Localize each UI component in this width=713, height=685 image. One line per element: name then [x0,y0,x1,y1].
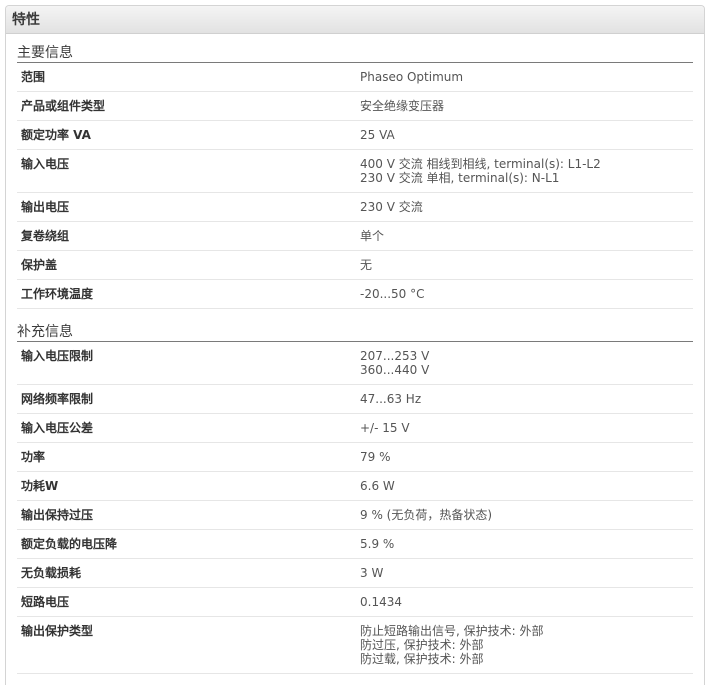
spec-value-line: 防过载, 保护技术: 外部 [360,652,484,666]
spec-label: 输出电压 [21,200,70,214]
panel-title: 特性 [6,6,704,34]
spec-label: 输出保持过压 [21,508,94,522]
spec-value: -20...50 °C [360,287,693,301]
spec-row: 范围 Phaseo Optimum [17,63,693,92]
spec-label: 复卷绕组 [21,229,70,243]
spec-label: 保护盖 [21,258,58,272]
spec-row: 输入电压 400 V 交流 相线到相线, terminal(s): L1-L2 23… [17,150,693,193]
spec-value-line: 安全绝缘变压器 [360,99,445,113]
spec-label: 输入电压 [21,157,70,171]
spec-row: 额定负载的电压降 5.9 % [17,530,693,559]
spec-label: 额定功率 VA [21,128,91,142]
spec-label: 范围 [21,70,46,84]
spec-label: 产品或组件类型 [21,99,106,113]
spec-value: Phaseo Optimum [360,70,693,84]
spec-value: 无 [360,258,693,272]
spec-value-line: 6.6 W [360,479,395,493]
spec-value-line: 230 V 交流 单相, terminal(s): N-L1 [360,171,560,185]
spec-row: 输入电压限制 207...253 V 360...440 V [17,342,693,385]
spec-value-line: 防过压, 保护技术: 外部 [360,638,484,652]
spec-value: +/- 15 V [360,421,693,435]
spec-row: 网络频率限制 47...63 Hz [17,385,693,414]
spec-label: 输入电压限制 [21,349,94,363]
spec-row: 保护盖 无 [17,251,693,280]
spec-row: 复卷绕组 单个 [17,222,693,251]
spec-table: 输入电压限制 207...253 V 360...440 V 网络频率限制 47...6… [17,342,693,674]
spec-table: 范围 Phaseo Optimum 产品或组件类型 安全绝缘变压器额定功率 VA 25 … [17,63,693,309]
panel-content: 主要信息范围 Phaseo Optimum 产品或组件类型 安全绝缘变压器额定功率 V… [6,44,704,674]
spec-row: 输出保持过压 9 % (无负荷，热备状态) [17,501,693,530]
spec-label: 短路电压 [21,595,70,609]
spec-value-line: 79 % [360,450,391,464]
spec-value: 25 VA [360,128,693,142]
spec-value: 9 % (无负荷，热备状态) [360,508,693,522]
spec-value-line: 5.9 % [360,537,395,551]
spec-value: 6.6 W [360,479,693,493]
spec-value: 防止短路输出信号, 保护技术: 外部 防过压, 保护技术: 外部 防过载, 保护技术… [360,624,693,666]
section-title: 补充信息 [17,323,693,342]
spec-value-line: 25 VA [360,128,395,142]
spec-label: 网络频率限制 [21,392,94,406]
spec-value-line: 无 [360,258,373,272]
spec-value: 安全绝缘变压器 [360,99,693,113]
spec-value: 0.1434 [360,595,693,609]
spec-value: 230 V 交流 [360,200,693,214]
spec-value-line: -20...50 °C [360,287,425,301]
spec-row: 短路电压 0.1434 [17,588,693,617]
spec-row: 产品或组件类型 安全绝缘变压器 [17,92,693,121]
spec-value-line: 400 V 交流 相线到相线, terminal(s): L1-L2 [360,157,601,171]
spec-row: 输入电压公差 +/- 15 V [17,414,693,443]
section-title: 主要信息 [17,44,693,63]
spec-value-line: +/- 15 V [360,421,410,435]
spec-value: 207...253 V 360...440 V [360,349,693,377]
spec-label: 无负载损耗 [21,566,82,580]
spec-value-line: Phaseo Optimum [360,70,464,84]
spec-row: 功率 79 % [17,443,693,472]
spec-value-line: 单个 [360,229,385,243]
spec-value: 5.9 % [360,537,693,551]
spec-row: 输出保护类型 防止短路输出信号, 保护技术: 外部 防过压, 保护技术: 外部 防过载… [17,617,693,674]
spec-value-line: 230 V 交流 [360,200,423,214]
spec-value-line: 9 % (无负荷，热备状态) [360,508,493,522]
spec-value: 400 V 交流 相线到相线, terminal(s): L1-L2 230 V … [360,157,693,185]
spec-value: 3 W [360,566,693,580]
spec-value-line: 0.1434 [360,595,402,609]
spec-row: 功耗W 6.6 W [17,472,693,501]
spec-value: 单个 [360,229,693,243]
spec-value-line: 360...440 V [360,363,430,377]
spec-label: 额定负载的电压降 [21,537,118,551]
characteristics-panel: 特性 主要信息范围 Phaseo Optimum 产品或组件类型 安全绝缘变压器额定功… [5,5,705,685]
spec-value: 79 % [360,450,693,464]
spec-label: 输出保护类型 [21,624,94,638]
spec-label: 工作环境温度 [21,287,94,301]
spec-value-line: 47...63 Hz [360,392,422,406]
spec-row: 额定功率 VA 25 VA [17,121,693,150]
spec-value-line: 207...253 V [360,349,430,363]
spec-value: 47...63 Hz [360,392,693,406]
spec-row: 工作环境温度 -20...50 °C [17,280,693,309]
spec-row: 输出电压 230 V 交流 [17,193,693,222]
spec-label: 功率 [21,450,46,464]
spec-value-line: 3 W [360,566,384,580]
spec-value-line: 防止短路输出信号, 保护技术: 外部 [360,624,544,638]
spec-label: 输入电压公差 [21,421,94,435]
spec-row: 无负载损耗 3 W [17,559,693,588]
spec-label: 功耗W [21,479,59,493]
